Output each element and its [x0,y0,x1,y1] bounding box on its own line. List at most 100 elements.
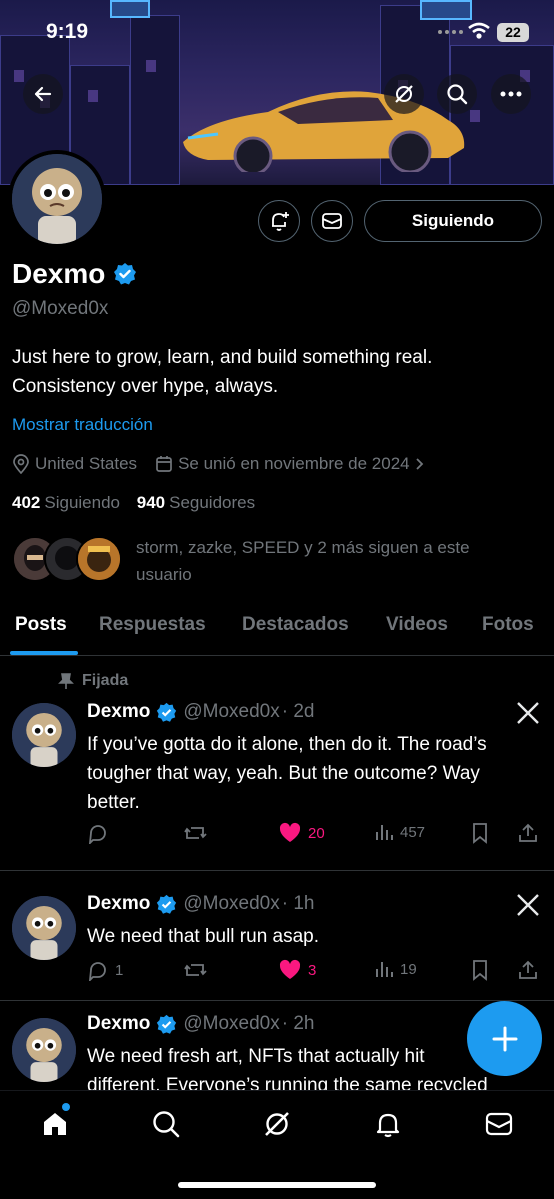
profile-name-row: Dexmo [12,258,137,290]
post-header: Dexmo @Moxed0x · 1h [87,893,315,915]
like-button[interactable]: 3 [278,959,316,981]
home-icon [44,1113,66,1135]
followed-by-row[interactable]: storm, zazke, SPEED y 2 más siguen a est… [12,536,516,588]
plus-icon [492,1026,517,1051]
car-illustration [183,91,465,172]
followers-count-link[interactable]: 940 Seguidores [137,493,255,512]
like-count: 3 [308,961,317,979]
verified-badge-icon[interactable] [113,262,137,286]
profile-avatar[interactable] [8,150,106,248]
grok-icon [265,1112,289,1136]
location: United States [12,454,137,474]
arrow-left-icon [34,86,52,102]
followed-by-line: storm, zazke, SPEED y 2 más siguen a est… [136,538,470,557]
views-button[interactable]: 19 [374,959,417,979]
post-time: · 2h [281,1013,315,1034]
profile-tabs: Posts Respuestas Destacados Videos Fotos [0,600,554,656]
post-item[interactable]: Dexmo @Moxed0x · 2d If you’ve gotta do i… [0,656,554,871]
chevron-right-icon [415,458,423,470]
post-time: · 2d [281,701,315,722]
views-count: 19 [400,960,417,978]
post-author-name[interactable]: Dexmo [87,893,150,915]
tab-highlights[interactable]: Destacados [242,614,349,636]
share-icon [519,960,537,979]
bio-line: Just here to grow, learn, and build some… [12,347,433,368]
bookmark-icon [473,960,487,981]
nav-messages[interactable] [482,1107,516,1141]
tab-posts[interactable]: Posts [15,614,67,636]
share-button[interactable] [518,822,538,844]
notify-button[interactable] [258,200,300,242]
nav-search[interactable] [149,1107,183,1141]
location-text: United States [35,454,138,473]
post-author-handle: @Moxed0x [183,701,280,722]
post-text-line: tougher that way, yeah. But the outcome?… [87,763,480,784]
reply-icon [88,825,106,844]
post-avatar[interactable] [12,896,76,960]
profile-meta: United States Se unió en noviembre de 20… [12,454,443,474]
joined-date[interactable]: Se unió en noviembre de 2024 [155,454,425,474]
envelope-icon [485,1112,513,1136]
repost-button[interactable] [183,822,213,844]
like-count: 20 [308,824,325,842]
post-author-handle: @Moxed0x [183,893,280,914]
following-count-link[interactable]: 402 Siguiendo [12,493,120,512]
nav-home[interactable] [38,1107,72,1141]
views-button[interactable]: 457 [374,822,425,842]
followers-count: 940 [136,493,166,512]
followed-by-line: usuario [136,565,192,584]
search-icon [153,1111,180,1138]
share-icon [519,823,537,842]
tab-replies[interactable]: Respuestas [99,614,206,636]
bookmark-button[interactable] [471,959,489,981]
post-author-name[interactable]: Dexmo [87,1013,150,1035]
back-button[interactable] [23,74,63,114]
reply-button[interactable]: 1 [87,959,123,981]
heart-filled-icon [279,822,301,842]
like-button[interactable]: 20 [278,822,325,844]
profile-name: Dexmo [12,258,106,289]
share-button[interactable] [518,959,538,981]
reply-count: 1 [115,961,124,979]
post-actions: 1 3 19 [87,959,542,983]
post-item[interactable]: Dexmo @Moxed0x · 1h We need that bull ru… [0,871,554,1001]
x-logo-icon[interactable] [516,893,540,917]
bookmark-icon [473,823,487,844]
following-label: Siguiendo [44,493,120,512]
bookmark-button[interactable] [471,822,489,844]
search-button[interactable] [437,74,477,114]
heart-filled-icon [279,959,301,979]
active-tab-indicator [10,651,78,655]
follow-counts: 402 Siguiendo 940 Seguidores [12,493,267,513]
x-logo-icon[interactable] [516,701,540,725]
repost-icon [184,964,207,976]
followed-by-text: storm, zazke, SPEED y 2 más siguen a est… [136,534,516,588]
grok-button[interactable] [384,74,424,114]
following-button[interactable]: Siguiendo [364,200,542,242]
nav-notifications[interactable] [371,1107,405,1141]
post-time: · 1h [281,893,315,914]
post-header: Dexmo @Moxed0x · 2d [87,701,315,723]
post-text: We need that bull run asap. [87,922,537,951]
reply-button[interactable] [87,822,115,844]
show-translation-link[interactable]: Mostrar traducción [12,415,153,435]
post-avatar[interactable] [12,1018,76,1082]
search-icon [447,84,468,105]
follower-avatar [76,536,122,582]
bell-icon [376,1113,400,1138]
tab-videos[interactable]: Videos [386,614,448,636]
cellular-signal-icon [438,30,463,34]
grok-icon [395,85,413,103]
views-chart-icon [376,825,393,840]
post-avatar[interactable] [12,703,76,767]
profile-handle: @Moxed0x [12,298,109,319]
repost-button[interactable] [183,959,213,981]
more-options-button[interactable] [491,74,531,114]
post-author-name[interactable]: Dexmo [87,701,150,723]
repost-icon [184,827,207,839]
nav-grok[interactable] [260,1107,294,1141]
compose-post-button[interactable] [467,1001,542,1076]
tab-photos[interactable]: Fotos [482,614,534,636]
message-button[interactable] [311,200,353,242]
battery-icon: 22 [497,23,529,42]
